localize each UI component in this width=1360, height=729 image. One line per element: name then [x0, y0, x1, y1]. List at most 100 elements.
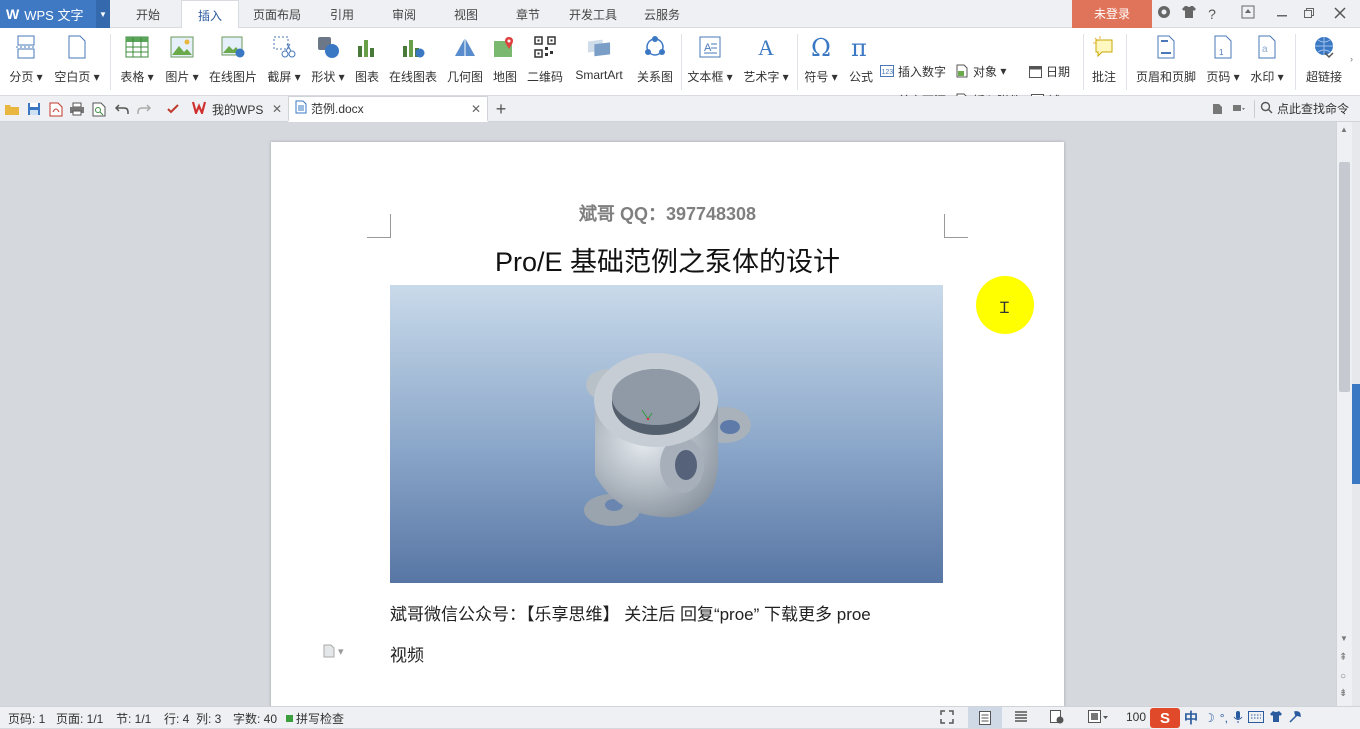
undo-icon[interactable] [113, 100, 131, 118]
status-words[interactable]: 字数: 40 [233, 710, 277, 727]
status-pages[interactable]: 页面: 1/1 [56, 710, 103, 727]
textbox-button[interactable]: A 文本框 ▾ [686, 32, 734, 88]
screenshot-button[interactable]: 截屏 ▾ [264, 32, 304, 88]
dropdown-tools-icon[interactable] [1230, 100, 1248, 118]
vertical-scrollbar[interactable]: ▲ ▼ ⇞ ○ ⇟ [1336, 122, 1352, 706]
body-line-2[interactable]: 视频 [390, 641, 424, 666]
header-footer-button[interactable]: 页眉和页脚 [1132, 32, 1200, 88]
new-tab-icon[interactable]: + [492, 99, 510, 119]
shape-button[interactable]: 形状 ▾ [308, 32, 348, 88]
zoom-level[interactable]: 100 [1126, 710, 1146, 724]
login-button[interactable]: 未登录 [1072, 0, 1152, 28]
print-preview-icon[interactable] [90, 100, 108, 118]
open-folder-icon[interactable] [3, 100, 21, 118]
close-tab-icon[interactable]: ✕ [272, 102, 282, 116]
document-canvas[interactable]: 斌哥 QQ：397748308 Pro/E 基础范例之泵体的设计 斌哥微信公众号… [0, 122, 1336, 706]
print-icon[interactable] [68, 100, 86, 118]
app-menu-button[interactable]: W WPS 文字 ▼ [0, 0, 110, 28]
ime-settings-icon[interactable] [1288, 710, 1302, 727]
pump-model-image[interactable] [390, 285, 943, 583]
sogou-ime-logo[interactable]: S [1150, 708, 1180, 728]
chevron-down-icon[interactable]: ▼ [96, 0, 110, 28]
scroll-up-icon[interactable]: ▲ [1340, 125, 1348, 134]
tab-page-layout[interactable]: 页面布局 [246, 0, 308, 28]
comment-button[interactable]: 批注 [1088, 32, 1120, 88]
export-pdf-icon[interactable] [47, 100, 65, 118]
moon-icon[interactable]: ☽ [1204, 711, 1215, 725]
qrcode-button[interactable]: 二维码 [526, 32, 564, 88]
web-view-icon[interactable] [1050, 710, 1064, 727]
tab-chapter[interactable]: 章节 [502, 0, 554, 28]
punctuation-icon[interactable]: °, [1220, 711, 1228, 725]
spell-check-toggle[interactable]: 拼写检查 [286, 710, 344, 727]
help-button[interactable]: ? [1203, 0, 1221, 28]
tab-references[interactable]: 引用 [316, 0, 368, 28]
tab-my-wps[interactable]: 我的WPS ✕ [186, 96, 288, 122]
tab-review[interactable]: 审阅 [378, 0, 430, 28]
tab-home[interactable]: 开始 [122, 0, 174, 28]
close-tab-icon[interactable]: ✕ [471, 102, 481, 116]
ime-toolbar[interactable]: S 中 ☽ °, [1150, 707, 1360, 729]
side-panel-rail[interactable] [1352, 122, 1360, 706]
scroll-thumb[interactable] [1339, 162, 1350, 392]
symbol-button[interactable]: Ω 符号 ▾ [802, 32, 840, 88]
formula-button[interactable]: π 公式 [846, 32, 876, 88]
object-button[interactable]: 对象 ▾ [955, 61, 1006, 81]
table-button[interactable]: 表格 ▾ [117, 32, 157, 88]
save-icon[interactable] [25, 100, 43, 118]
body-line-1[interactable]: 斌哥微信公众号：【乐享思维】 关注后 回复“proe” 下载更多 proe [390, 600, 970, 625]
smartart-button[interactable]: SmartArt [570, 32, 628, 88]
ime-chinese-mode[interactable]: 中 [1184, 708, 1198, 728]
reading-mode-icon[interactable] [1088, 710, 1110, 727]
date-button[interactable]: 日期 [1028, 61, 1070, 81]
online-picture-button[interactable]: 在线图片 [207, 32, 259, 88]
pump-body-3d-model [584, 353, 751, 526]
online-chart-button[interactable]: 在线图表 [387, 32, 439, 88]
select-browse-object-icon[interactable]: ○ [1340, 671, 1346, 682]
redo-icon[interactable] [135, 100, 153, 118]
document-page[interactable]: 斌哥 QQ：397748308 Pro/E 基础范例之泵体的设计 斌哥微信公众号… [271, 142, 1064, 706]
tab-insert[interactable]: 插入 [181, 0, 239, 29]
skin-icon[interactable] [1156, 0, 1172, 28]
insert-number-button[interactable]: 123 插入数字 [880, 61, 946, 81]
next-page-icon[interactable]: ⇟ [1339, 688, 1347, 699]
blank-page-button[interactable]: 空白页 ▾ [52, 32, 102, 88]
customize-quickbar-icon[interactable] [164, 100, 182, 118]
picture-button[interactable]: 图片 ▾ [162, 32, 202, 88]
page-number-button[interactable]: 1 页码 ▾ [1203, 32, 1243, 88]
tab-cloud[interactable]: 云服务 [634, 0, 690, 28]
geometry-button[interactable]: 几何图 [446, 32, 484, 88]
wordart-button[interactable]: A 艺术字 ▾ [742, 32, 790, 88]
status-col[interactable]: 列: 3 [196, 710, 221, 727]
page-break-button[interactable]: 分页 ▾ [6, 32, 46, 88]
collapse-ribbon-icon[interactable] [1208, 100, 1226, 118]
side-panel-toggle[interactable] [1352, 384, 1360, 484]
status-row[interactable]: 行: 4 [164, 710, 189, 727]
ribbon-scroll-right-icon[interactable]: › [1350, 54, 1353, 64]
paragraph-options-icon[interactable]: ▾ [323, 644, 344, 658]
status-section[interactable]: 节: 1/1 [116, 710, 151, 727]
maximize-icon[interactable] [1299, 0, 1319, 28]
tab-view[interactable]: 视图 [440, 0, 492, 28]
command-search[interactable]: 点此查找命令 [1260, 100, 1349, 117]
tab-document[interactable]: 范例.docx ✕ [288, 96, 488, 122]
page-view-icon[interactable] [968, 707, 1002, 728]
fullscreen-icon[interactable] [940, 710, 954, 727]
status-page[interactable]: 页码: 1 [8, 710, 45, 727]
outline-view-icon[interactable] [1014, 710, 1028, 727]
map-button[interactable]: 地图 [490, 32, 520, 88]
ime-skin-icon[interactable] [1269, 710, 1283, 726]
keyboard-icon[interactable] [1247, 710, 1264, 726]
chart-button[interactable]: 图表 [352, 32, 382, 88]
watermark-button[interactable]: a 水印 ▾ [1247, 32, 1287, 88]
theme-shirt-icon[interactable] [1178, 0, 1200, 28]
tab-developer[interactable]: 开发工具 [562, 0, 624, 28]
minimize-icon[interactable] [1272, 0, 1292, 28]
prev-page-icon[interactable]: ⇞ [1339, 652, 1347, 663]
restore-ribbon-icon[interactable] [1238, 0, 1258, 28]
relation-button[interactable]: 关系图 [634, 32, 676, 88]
microphone-icon[interactable] [1233, 710, 1243, 727]
close-icon[interactable] [1330, 0, 1350, 28]
scroll-down-icon[interactable]: ▼ [1340, 634, 1348, 643]
hyperlink-button[interactable]: 超链接 [1302, 32, 1346, 88]
